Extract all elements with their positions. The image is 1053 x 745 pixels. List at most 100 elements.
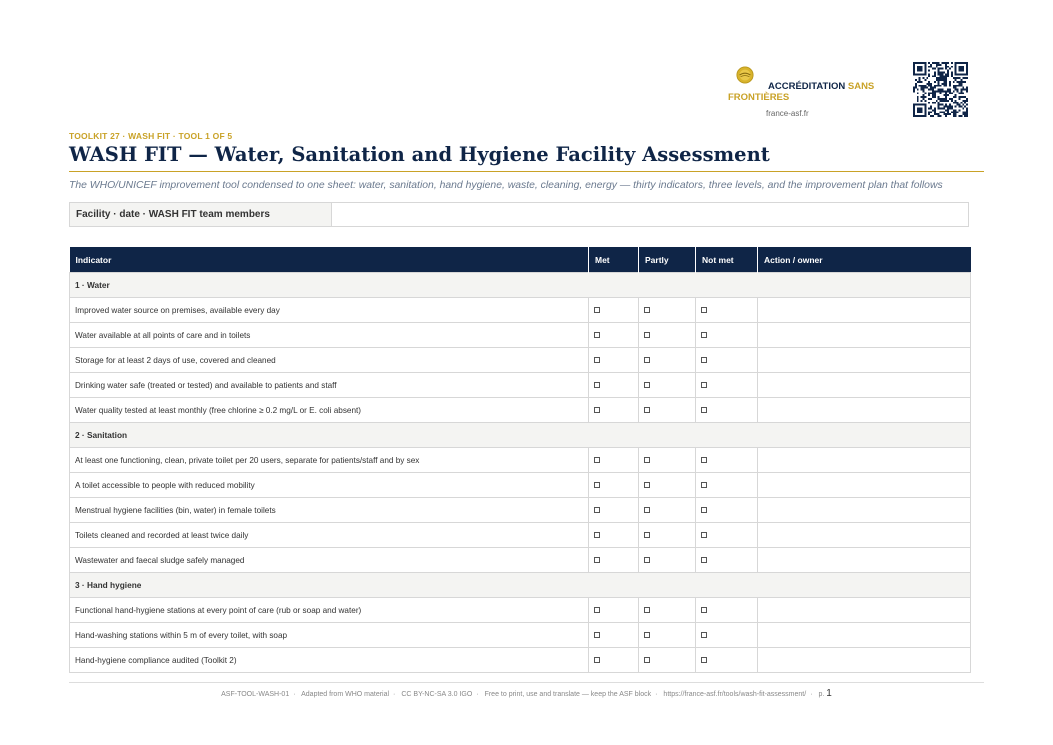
action-owner-field[interactable] bbox=[757, 397, 971, 423]
checkbox-met[interactable] bbox=[594, 382, 600, 389]
cell-not-met bbox=[695, 322, 758, 348]
checkbox-not-met[interactable] bbox=[701, 557, 707, 564]
footer-url-link[interactable]: https://france-asf.fr/tools/wash-fit-ass… bbox=[663, 691, 806, 698]
action-owner-field[interactable] bbox=[757, 597, 971, 623]
cell-partly bbox=[638, 497, 696, 523]
checkbox-partly[interactable] bbox=[644, 457, 650, 464]
cell-not-met bbox=[695, 647, 758, 673]
checkbox-met[interactable] bbox=[594, 357, 600, 364]
checkbox-partly[interactable] bbox=[644, 357, 650, 364]
cell-met bbox=[588, 397, 639, 423]
checkbox-partly[interactable] bbox=[644, 407, 650, 414]
header-not-met: Not met bbox=[695, 247, 758, 273]
checkbox-partly[interactable] bbox=[644, 607, 650, 614]
checkbox-met[interactable] bbox=[594, 457, 600, 464]
indicator-text: Toilets cleaned and recorded at least tw… bbox=[69, 522, 589, 548]
action-owner-field[interactable] bbox=[757, 472, 971, 498]
checkbox-not-met[interactable] bbox=[701, 482, 707, 489]
table-row: Improved water source on premises, avail… bbox=[69, 297, 971, 323]
checkbox-not-met[interactable] bbox=[701, 507, 707, 514]
checkbox-partly[interactable] bbox=[644, 532, 650, 539]
checkbox-not-met[interactable] bbox=[701, 607, 707, 614]
action-owner-field[interactable] bbox=[757, 497, 971, 523]
table-row: Water quality tested at least monthly (f… bbox=[69, 397, 971, 423]
page-subtitle: The WHO/UNICEF improvement tool condense… bbox=[69, 180, 943, 191]
footer-page-prefix: p. bbox=[818, 691, 825, 698]
action-owner-field[interactable] bbox=[757, 322, 971, 348]
checkbox-not-met[interactable] bbox=[701, 632, 707, 639]
checkbox-met[interactable] bbox=[594, 532, 600, 539]
cell-met bbox=[588, 597, 639, 623]
checkbox-partly[interactable] bbox=[644, 632, 650, 639]
brand-name-part1: ACCRÉDITATION bbox=[768, 81, 846, 92]
cell-partly bbox=[638, 397, 696, 423]
indicator-text: Wastewater and faecal sludge safely mana… bbox=[69, 547, 589, 573]
cell-met bbox=[588, 622, 639, 648]
qr-code-icon bbox=[913, 62, 968, 117]
checkbox-partly[interactable] bbox=[644, 657, 650, 664]
action-owner-field[interactable] bbox=[757, 347, 971, 373]
table-row: At least one functioning, clean, private… bbox=[69, 447, 971, 473]
checkbox-met[interactable] bbox=[594, 557, 600, 564]
footer-attribution: Adapted from WHO material bbox=[301, 691, 390, 698]
checkbox-partly[interactable] bbox=[644, 557, 650, 564]
cell-partly bbox=[638, 647, 696, 673]
table-row: Toilets cleaned and recorded at least tw… bbox=[69, 522, 971, 548]
checkbox-not-met[interactable] bbox=[701, 532, 707, 539]
checkbox-partly[interactable] bbox=[644, 507, 650, 514]
header-indicator: Indicator bbox=[69, 247, 589, 273]
checkbox-met[interactable] bbox=[594, 307, 600, 314]
action-owner-field[interactable] bbox=[757, 547, 971, 573]
checkbox-not-met[interactable] bbox=[701, 457, 707, 464]
cell-not-met bbox=[695, 397, 758, 423]
cell-not-met bbox=[695, 372, 758, 398]
checkbox-met[interactable] bbox=[594, 632, 600, 639]
cell-partly bbox=[638, 547, 696, 573]
checkbox-met[interactable] bbox=[594, 657, 600, 664]
checkbox-partly[interactable] bbox=[644, 307, 650, 314]
checkbox-not-met[interactable] bbox=[701, 382, 707, 389]
cell-partly bbox=[638, 347, 696, 373]
action-owner-field[interactable] bbox=[757, 297, 971, 323]
table-row: A toilet accessible to people with reduc… bbox=[69, 472, 971, 498]
cell-not-met bbox=[695, 447, 758, 473]
checkbox-not-met[interactable] bbox=[701, 407, 707, 414]
title-divider bbox=[69, 171, 984, 172]
cell-met bbox=[588, 372, 639, 398]
checkbox-partly[interactable] bbox=[644, 482, 650, 489]
table-row: Storage for at least 2 days of use, cove… bbox=[69, 347, 971, 373]
cell-partly bbox=[638, 322, 696, 348]
checkbox-not-met[interactable] bbox=[701, 307, 707, 314]
cell-not-met bbox=[695, 547, 758, 573]
action-owner-field[interactable] bbox=[757, 372, 971, 398]
checkbox-met[interactable] bbox=[594, 407, 600, 414]
cell-partly bbox=[638, 372, 696, 398]
cell-not-met bbox=[695, 472, 758, 498]
cell-met bbox=[588, 472, 639, 498]
checkbox-not-met[interactable] bbox=[701, 657, 707, 664]
toolkit-kicker: TOOLKIT 27 · WASH FIT · TOOL 1 OF 5 bbox=[69, 131, 233, 141]
action-owner-field[interactable] bbox=[757, 647, 971, 673]
indicator-text: Water available at all points of care an… bbox=[69, 322, 589, 348]
footer-divider bbox=[69, 682, 984, 683]
checkbox-not-met[interactable] bbox=[701, 332, 707, 339]
table-row: Wastewater and faecal sludge safely mana… bbox=[69, 547, 971, 573]
cell-met bbox=[588, 297, 639, 323]
action-owner-field[interactable] bbox=[757, 622, 971, 648]
brand-name: ACCRÉDITATION SANS FRONTIÈRES bbox=[728, 81, 888, 103]
action-owner-field[interactable] bbox=[757, 522, 971, 548]
indicator-text: Improved water source on premises, avail… bbox=[69, 297, 589, 323]
table-row: Water available at all points of care an… bbox=[69, 322, 971, 348]
checkbox-met[interactable] bbox=[594, 332, 600, 339]
checkbox-met[interactable] bbox=[594, 607, 600, 614]
footer-doc-id: ASF-TOOL-WASH-01 bbox=[221, 691, 290, 698]
action-owner-field[interactable] bbox=[757, 447, 971, 473]
checkbox-met[interactable] bbox=[594, 482, 600, 489]
checkbox-partly[interactable] bbox=[644, 382, 650, 389]
cell-met bbox=[588, 547, 639, 573]
facility-input[interactable] bbox=[332, 203, 968, 226]
checkbox-not-met[interactable] bbox=[701, 357, 707, 364]
checkbox-partly[interactable] bbox=[644, 332, 650, 339]
cell-not-met bbox=[695, 522, 758, 548]
checkbox-met[interactable] bbox=[594, 507, 600, 514]
